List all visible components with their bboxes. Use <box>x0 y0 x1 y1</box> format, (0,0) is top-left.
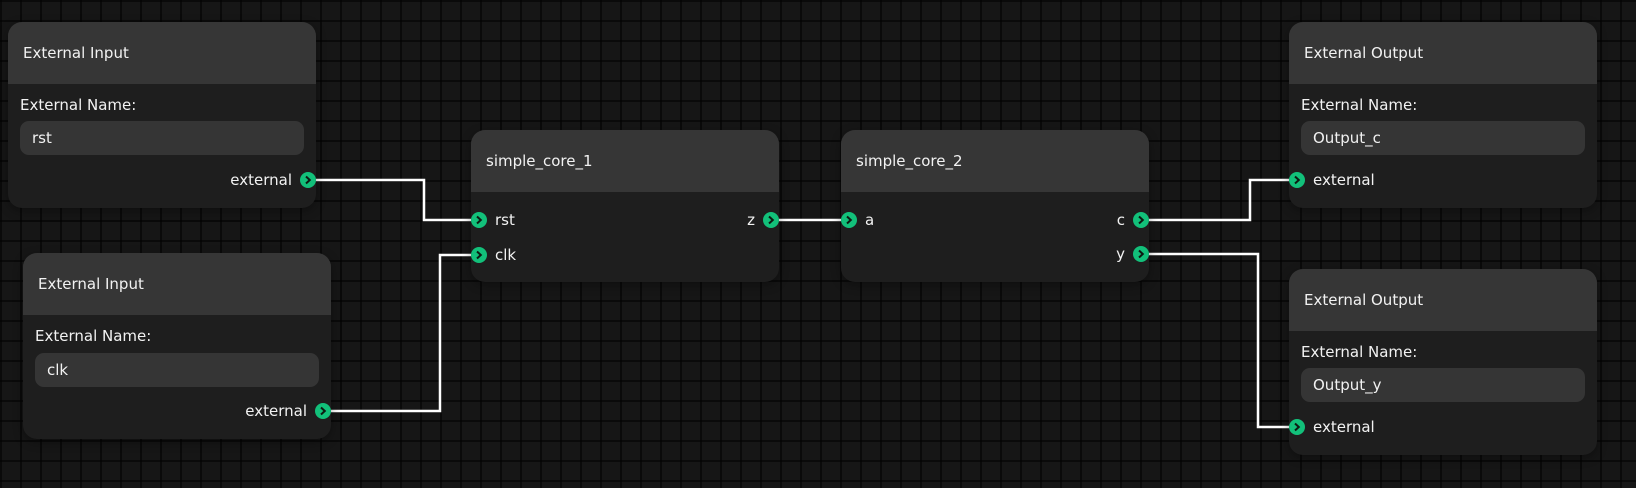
input-port-row-rst: rst <box>471 210 515 230</box>
node-title: simple_core_1 <box>471 130 779 192</box>
output-port-external[interactable] <box>300 172 316 188</box>
port-label: c <box>1116 211 1125 229</box>
input-port-row-a: a <box>841 210 874 230</box>
external-name-label: External Name: <box>1301 343 1418 361</box>
wire-core2-y-to-output-y[interactable] <box>1147 252 1290 429</box>
output-port-z[interactable] <box>763 212 779 228</box>
input-port-a[interactable] <box>841 212 857 228</box>
external-name-input[interactable]: rst <box>20 121 304 155</box>
input-port-rst[interactable] <box>471 212 487 228</box>
external-name-label: External Name: <box>20 96 137 114</box>
output-port-row-c: c <box>1117 210 1149 230</box>
input-port-row-external: external <box>1289 170 1375 190</box>
output-port-row-external: external <box>181 401 331 421</box>
port-label: external <box>230 171 292 189</box>
port-label: external <box>245 402 307 420</box>
external-name-input[interactable]: clk <box>35 353 319 387</box>
node-title: External Input <box>23 253 331 315</box>
input-port-external[interactable] <box>1289 419 1305 435</box>
external-name-input[interactable]: Output_y <box>1301 368 1585 402</box>
node-title: External Output <box>1289 269 1597 331</box>
wire-clk-to-core1-clk[interactable] <box>330 253 472 413</box>
output-port-row-y: y <box>1116 244 1149 264</box>
chevron-right-icon <box>768 215 775 225</box>
port-label: clk <box>495 246 517 264</box>
port-label: external <box>1313 418 1375 436</box>
wire-core2-c-to-output-c[interactable] <box>1147 178 1290 222</box>
wire-rst-to-core1-rst[interactable] <box>314 178 472 222</box>
core-node-simple-core-2[interactable]: simple_core_2 a c y <box>841 130 1149 282</box>
input-port-external[interactable] <box>1289 172 1305 188</box>
chevron-right-icon <box>320 406 327 416</box>
chevron-right-icon <box>476 215 483 225</box>
output-port-row-external: external <box>166 170 316 190</box>
port-label: rst <box>495 211 515 229</box>
port-label: y <box>1116 245 1125 263</box>
external-input-node-clk[interactable]: External Input External Name: clk extern… <box>23 253 331 439</box>
chevron-right-icon <box>305 175 312 185</box>
port-label: external <box>1313 171 1375 189</box>
chevron-right-icon <box>1138 249 1145 259</box>
chevron-right-icon <box>476 250 483 260</box>
input-port-row-clk: clk <box>471 245 516 265</box>
external-output-node-c[interactable]: External Output External Name: Output_c … <box>1289 22 1597 208</box>
chevron-right-icon <box>1294 422 1301 432</box>
output-port-row-z: z <box>747 210 779 230</box>
external-output-node-y[interactable]: External Output External Name: Output_y … <box>1289 269 1597 455</box>
node-title: External Output <box>1289 22 1597 84</box>
node-title: External Input <box>8 22 316 84</box>
node-title: simple_core_2 <box>841 130 1149 192</box>
external-name-input[interactable]: Output_c <box>1301 121 1585 155</box>
input-port-row-external: external <box>1289 417 1375 437</box>
input-port-clk[interactable] <box>471 247 487 263</box>
output-port-y[interactable] <box>1133 246 1149 262</box>
port-label: z <box>747 211 755 229</box>
core-node-simple-core-1[interactable]: simple_core_1 rst clk z <box>471 130 779 282</box>
port-label: a <box>865 211 875 229</box>
chevron-right-icon <box>846 215 853 225</box>
external-input-node-rst[interactable]: External Input External Name: rst extern… <box>8 22 316 208</box>
chevron-right-icon <box>1294 175 1301 185</box>
external-name-label: External Name: <box>35 327 152 345</box>
output-port-external[interactable] <box>315 403 331 419</box>
external-name-label: External Name: <box>1301 96 1418 114</box>
output-port-c[interactable] <box>1133 212 1149 228</box>
chevron-right-icon <box>1138 215 1145 225</box>
